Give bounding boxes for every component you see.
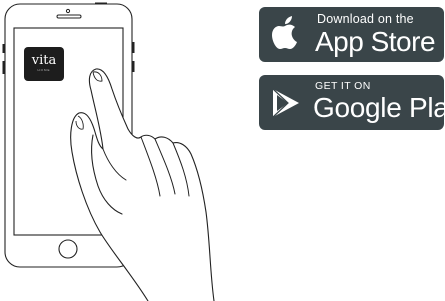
google-play-line2: Google Play [313,92,445,123]
app-store-line2: App Store [315,26,436,57]
app-icon-subtitle: HOME [37,68,51,72]
earpiece-speaker [56,14,82,19]
app-store-badge[interactable]: Download on the App Store [259,7,444,62]
front-camera-icon [65,8,71,14]
app-store-line1: Download on the [317,12,414,26]
google-play-line1: GET IT ON [315,80,371,92]
google-play-badge[interactable]: GET IT ON Google Play [259,75,445,130]
hand-outline [70,68,215,301]
app-icon-name: vita [31,53,57,68]
apple-logo-icon [272,16,297,49]
google-play-logo-icon [272,88,299,118]
home-button[interactable] [58,239,78,259]
vita-app-icon[interactable]: vita HOME [24,47,64,81]
